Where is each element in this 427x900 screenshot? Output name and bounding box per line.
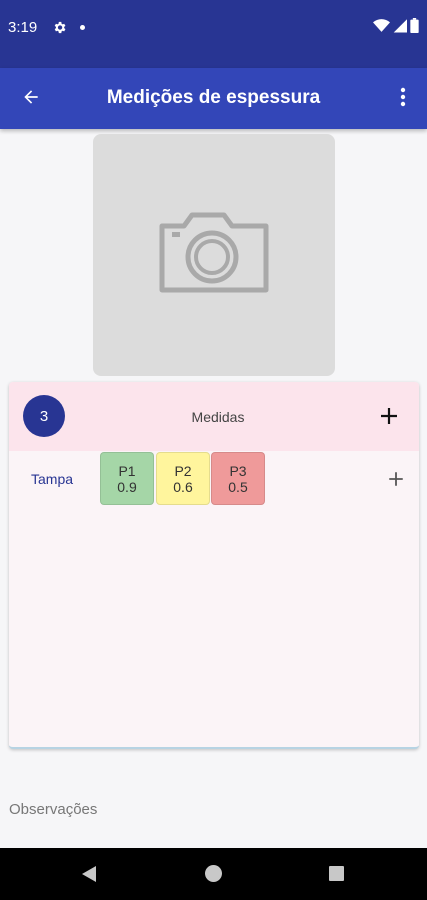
notes-field-label[interactable]: Observações — [9, 801, 97, 818]
measurement-chip-p2[interactable]: P2 0.6 — [156, 452, 210, 505]
more-vert-icon[interactable] — [400, 87, 406, 112]
measurement-chip-p1[interactable]: P1 0.9 — [100, 452, 154, 505]
battery-icon — [410, 18, 419, 38]
measurements-card: 3 Medidas Tampa P1 0.9 P2 0.6 P3 0.5 — [9, 382, 419, 749]
chip-value: 0.6 — [173, 478, 193, 495]
status-time: 3:19 — [8, 19, 38, 36]
notification-dot-icon — [80, 25, 85, 30]
status-icons — [373, 18, 419, 38]
gear-icon — [52, 20, 67, 40]
nav-home-icon[interactable] — [205, 865, 222, 882]
chip-value: 0.5 — [228, 478, 248, 495]
status-bar: 3:19 — [0, 0, 427, 68]
plus-icon[interactable] — [387, 472, 405, 492]
chip-name: P2 — [174, 462, 192, 479]
app-bar: Medições de espessura — [0, 68, 427, 129]
row-label: Tampa — [31, 471, 74, 487]
nav-back-icon[interactable] — [81, 865, 97, 888]
card-header: 3 Medidas — [9, 382, 419, 451]
camera-icon — [156, 210, 272, 301]
measurement-chip-p3[interactable]: P3 0.5 — [211, 452, 265, 505]
wifi-icon — [373, 18, 390, 38]
chip-name: P1 — [118, 462, 136, 479]
system-nav-bar — [0, 848, 427, 900]
plus-icon[interactable] — [377, 408, 401, 432]
signal-icon — [393, 18, 407, 38]
add-measurement-button[interactable] — [377, 404, 401, 428]
chip-name: P3 — [229, 462, 247, 479]
add-point-button[interactable] — [387, 470, 405, 488]
photo-placeholder[interactable] — [93, 134, 335, 376]
page-title: Medições de espessura — [106, 87, 321, 108]
card-title: Medidas — [191, 409, 245, 425]
chip-value: 0.9 — [117, 478, 137, 495]
nav-recents-icon[interactable] — [329, 866, 344, 881]
overflow-menu-button[interactable] — [391, 84, 415, 114]
